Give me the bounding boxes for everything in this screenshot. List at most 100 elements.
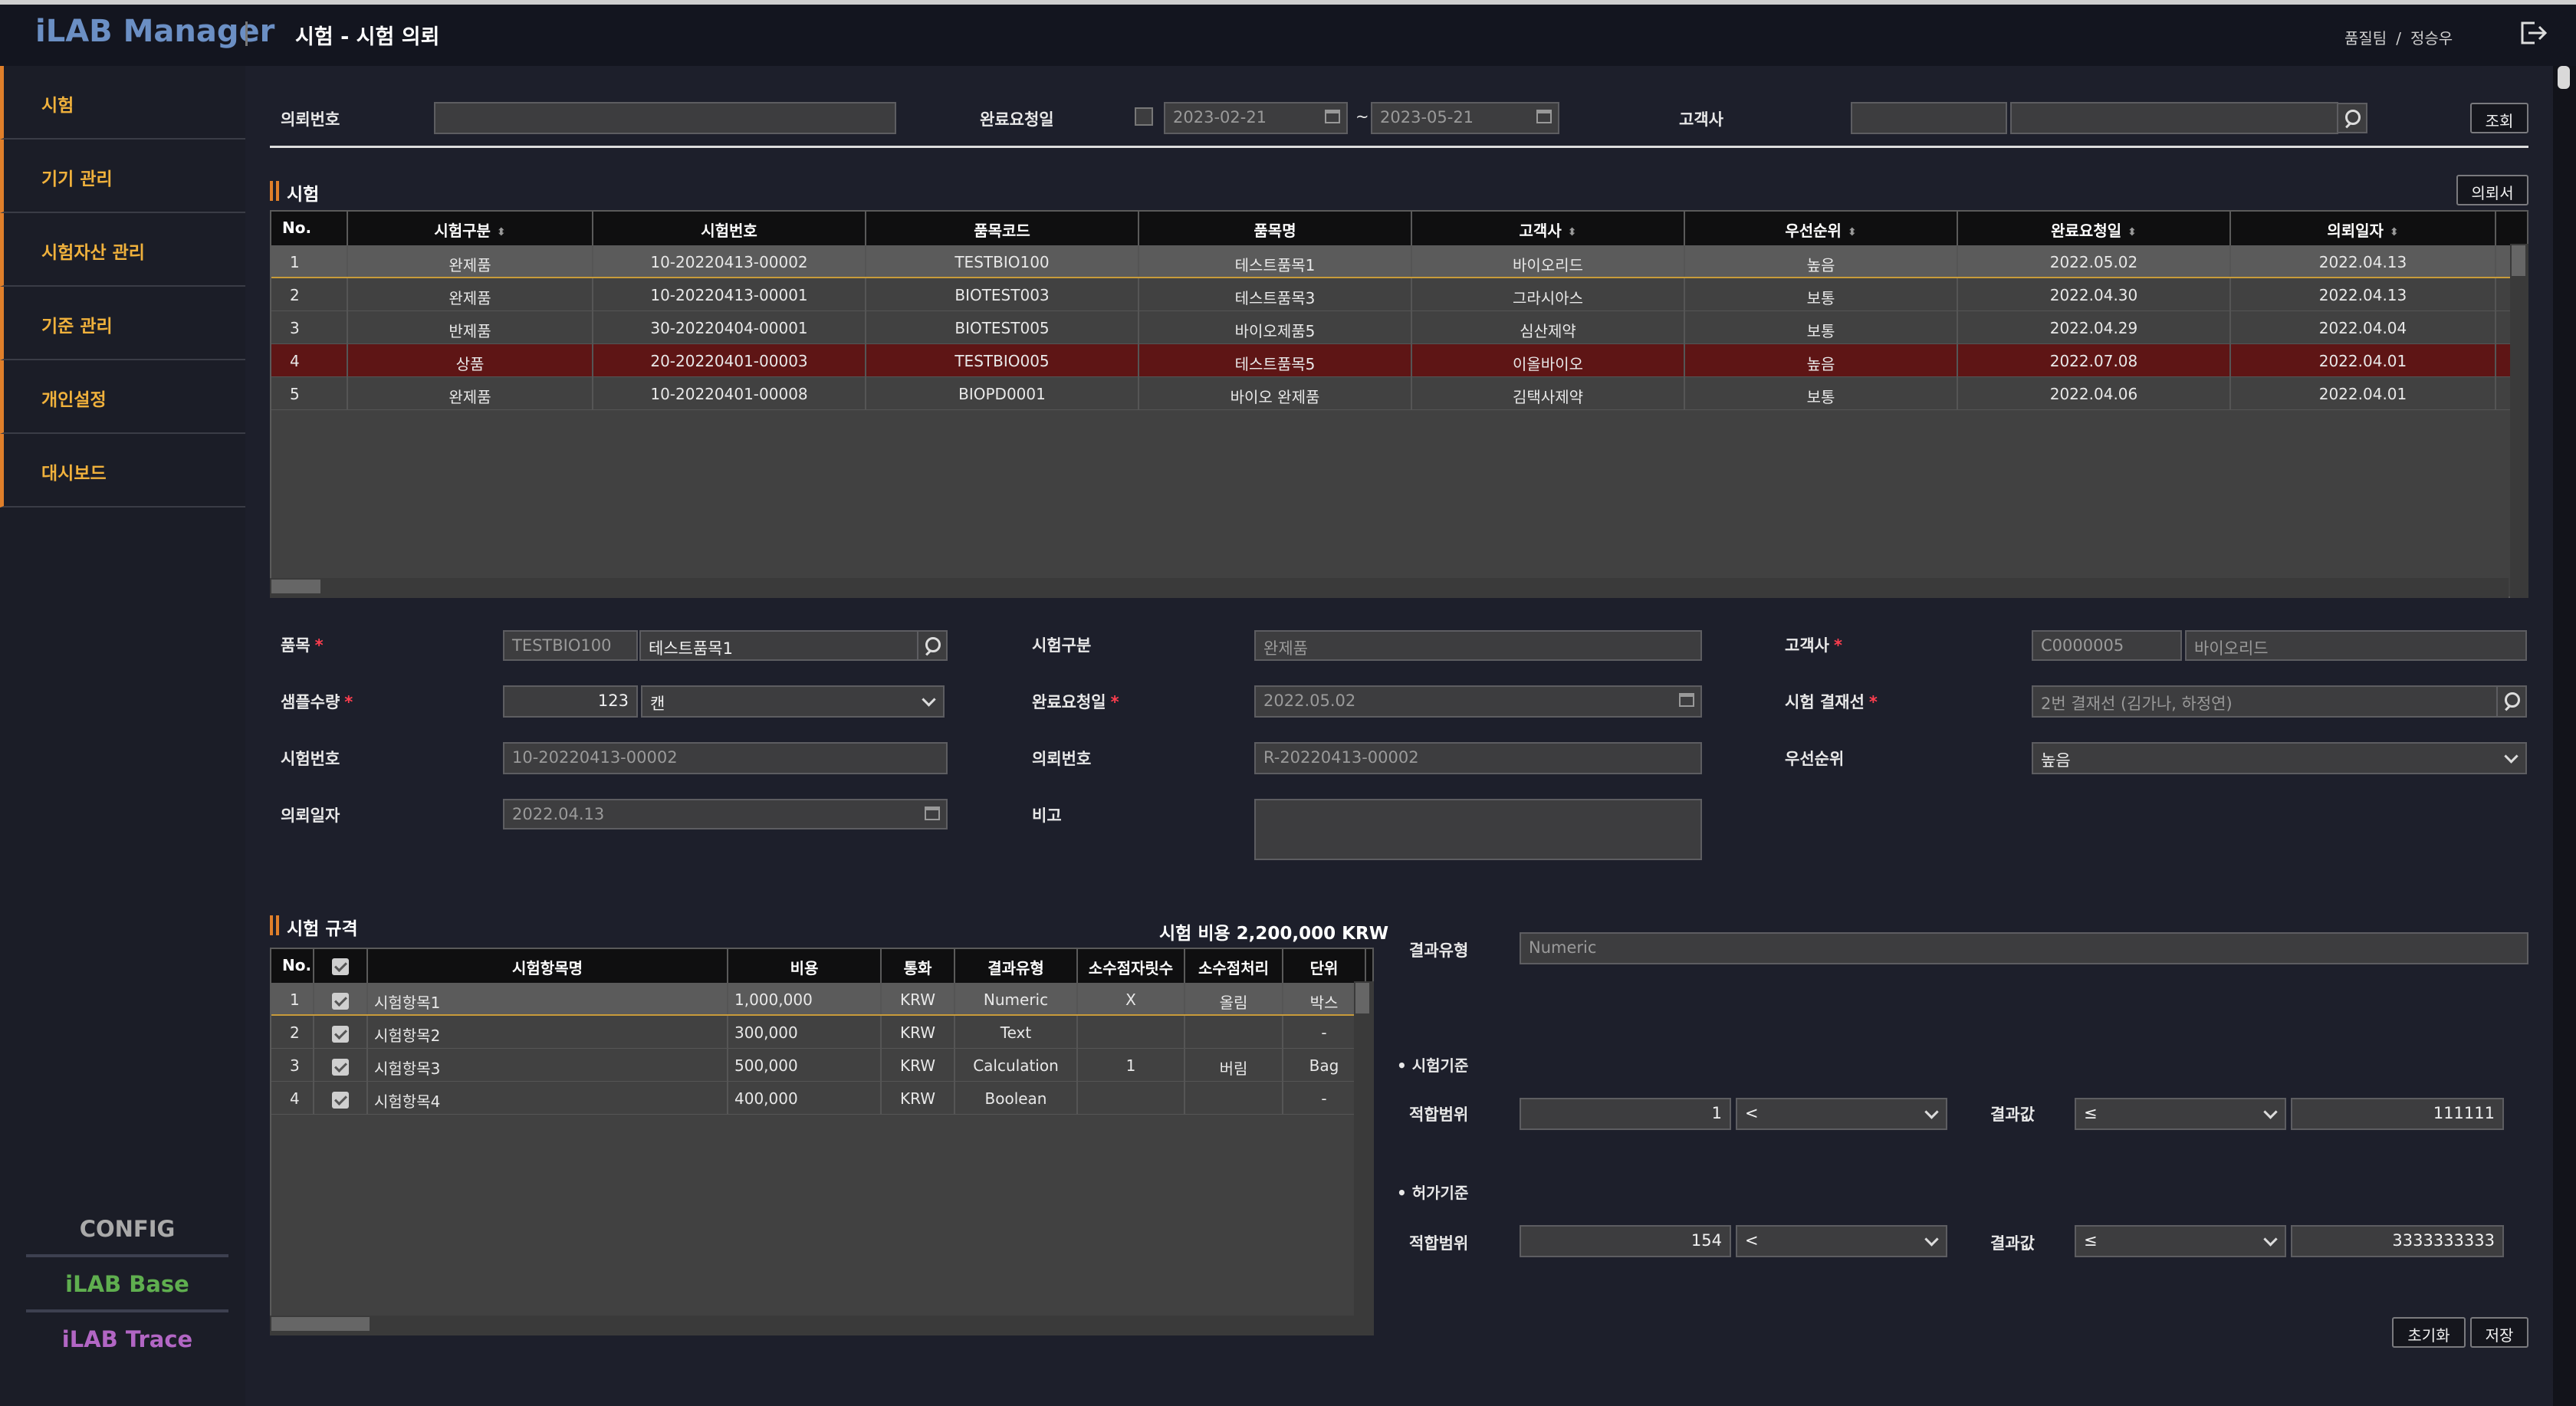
table-row[interactable]: 4 시험항목4 400,000 KRW Boolean - xyxy=(271,1082,1372,1115)
table-cell: 4 xyxy=(271,1082,314,1114)
test-range-input[interactable]: 1 xyxy=(1520,1098,1731,1130)
table-cell: 테스트품목5 xyxy=(1139,344,1412,376)
column-header[interactable]: 시험구분 ⬍ xyxy=(348,212,593,245)
search-request-no-input[interactable] xyxy=(434,102,896,134)
table-row[interactable]: 3 반제품 30-20220404-00001 BIOTEST005 바이오제품5 심산제… xyxy=(271,311,2527,344)
result-type-label: 결과유형 xyxy=(1409,941,1469,960)
table-row[interactable]: 1 완제품 10-20220413-00002 TESTBIO100 테스트품목1 바이오… xyxy=(271,245,2527,278)
sort-icon[interactable]: ⬍ xyxy=(1848,226,1857,238)
grid-header: No. 시험구분 ⬍ 시험번호 품목코드 품목명 고객사 ⬍ 우선순위 ⬍ 완료요청일 ⬍ 의뢰일자 ⬍ xyxy=(271,212,2527,245)
priority-select[interactable]: 높음 xyxy=(2032,742,2527,774)
row-checkbox[interactable] xyxy=(332,992,349,1010)
column-header[interactable]: No. xyxy=(271,949,314,983)
column-header[interactable]: 의뢰일자 ⬍ xyxy=(2231,212,2496,245)
sidebar-item-personal-settings[interactable]: 개인설정 xyxy=(0,360,245,434)
sort-icon[interactable]: ⬍ xyxy=(2390,226,2399,238)
sort-icon[interactable]: ⬍ xyxy=(1568,226,1577,238)
sidebar-item-test-assets[interactable]: 시험자산 관리 xyxy=(0,213,245,287)
test-result-op-select[interactable]: ≤ xyxy=(2075,1098,2286,1130)
table-row[interactable]: 3 시험항목3 500,000 KRW Calculation 1 버림 Bag xyxy=(271,1049,1372,1082)
reset-button[interactable]: 초기화 xyxy=(2392,1317,2466,1348)
due-date-input[interactable]: 2022.05.02 xyxy=(1254,685,1702,718)
table-cell: 300,000 xyxy=(728,1016,882,1048)
row-checkbox[interactable] xyxy=(332,1025,349,1043)
sidebar-item-standards[interactable]: 기준 관리 xyxy=(0,287,245,360)
sort-icon[interactable]: ⬍ xyxy=(2128,226,2137,238)
table-cell: 2022.04.29 xyxy=(1958,311,2231,343)
column-header[interactable]: 단위 xyxy=(1283,949,1366,983)
column-header-label: 통화 xyxy=(903,959,932,977)
column-header[interactable]: 우선순위 ⬍ xyxy=(1685,212,1958,245)
table-cell: 3 xyxy=(271,311,348,343)
column-header[interactable]: 시험항목명 xyxy=(368,949,728,983)
search-customer-code-input[interactable] xyxy=(1851,102,2007,134)
app-link-ilab-base[interactable]: iLAB Base xyxy=(26,1271,228,1297)
sidebar-item-test[interactable]: 시험 xyxy=(0,66,245,140)
column-header[interactable]: 소수점처리 xyxy=(1185,949,1283,983)
sample-unit-value: 캔 xyxy=(650,695,665,713)
calendar-icon[interactable] xyxy=(1679,693,1694,707)
permit-range-op-select[interactable]: < xyxy=(1736,1225,1947,1257)
test-grid-hscroll[interactable] xyxy=(270,578,2509,598)
sample-unit-select[interactable]: 캔 xyxy=(641,685,945,718)
permit-result-label: 결과값 xyxy=(1990,1234,2035,1253)
sidebar-item-dashboard[interactable]: 대시보드 xyxy=(0,434,245,508)
search-date-from-input[interactable]: 2023-02-21 xyxy=(1164,102,1348,134)
table-cell[interactable] xyxy=(314,1016,368,1048)
column-header[interactable]: 소수점자릿수 xyxy=(1078,949,1185,983)
sidebar-item-equipment[interactable]: 기기 관리 xyxy=(0,140,245,213)
permit-result-op-select[interactable]: ≤ xyxy=(2075,1225,2286,1257)
spec-grid-hscroll[interactable] xyxy=(270,1316,1354,1335)
row-checkbox[interactable] xyxy=(332,1091,349,1109)
table-row[interactable]: 2 완제품 10-20220413-00001 BIOTEST003 테스트품목3 그라시… xyxy=(271,278,2527,311)
table-cell[interactable] xyxy=(314,1049,368,1081)
app-link-config[interactable]: CONFIG xyxy=(26,1216,228,1242)
sample-qty-input[interactable]: 123 xyxy=(503,685,638,718)
test-range-op-select[interactable]: < xyxy=(1736,1098,1947,1130)
page-scrollbar[interactable] xyxy=(2553,66,2576,1406)
request-form-button[interactable]: 의뢰서 xyxy=(2456,175,2528,205)
approval-line-field: 2번 결재선 (김가나, 하정연) xyxy=(2032,685,2499,718)
column-header[interactable]: 결과유형 xyxy=(955,949,1078,983)
table-row[interactable]: 4 상품 20-20220401-00003 TESTBIO005 테스트품목5 이올바이… xyxy=(271,344,2527,377)
app-link-ilab-trace[interactable]: iLAB Trace xyxy=(26,1326,228,1352)
item-name-field[interactable]: 테스트품목1 xyxy=(639,630,920,661)
column-header[interactable]: 완료요청일 ⬍ xyxy=(1958,212,2231,245)
column-header[interactable]: 시험번호 xyxy=(593,212,866,245)
permit-range-input[interactable]: 154 xyxy=(1520,1225,1731,1257)
column-header[interactable] xyxy=(314,949,368,983)
table-cell[interactable] xyxy=(314,983,368,1014)
test-result-label: 결과값 xyxy=(1990,1105,2035,1124)
note-textarea[interactable] xyxy=(1254,799,1702,860)
column-header[interactable]: 통화 xyxy=(882,949,955,983)
customer-search-icon[interactable] xyxy=(2337,103,2367,133)
app-logo[interactable]: iLAB Manager xyxy=(35,14,274,49)
spec-grid-vscroll[interactable] xyxy=(1354,981,1374,1335)
search-date-to-input[interactable]: 2023-05-21 xyxy=(1371,102,1559,134)
calendar-icon[interactable] xyxy=(1325,110,1340,123)
column-header[interactable]: 비용 xyxy=(728,949,882,983)
permit-result-input[interactable]: 3333333333 xyxy=(2291,1225,2504,1257)
column-header[interactable]: 고객사 ⬍ xyxy=(1412,212,1685,245)
column-header[interactable]: 품목명 xyxy=(1139,212,1412,245)
save-button[interactable]: 저장 xyxy=(2470,1317,2528,1348)
test-grid-vscroll[interactable] xyxy=(2510,244,2528,598)
select-all-checkbox[interactable] xyxy=(332,958,349,975)
logout-icon[interactable] xyxy=(2518,20,2548,46)
table-row[interactable]: 2 시험항목2 300,000 KRW Text - xyxy=(271,1016,1372,1049)
test-result-input[interactable]: 111111 xyxy=(2291,1098,2504,1130)
row-checkbox[interactable] xyxy=(332,1058,349,1076)
table-cell[interactable] xyxy=(314,1082,368,1114)
query-button[interactable]: 조회 xyxy=(2470,103,2528,133)
approval-search-icon[interactable] xyxy=(2496,685,2527,718)
table-row[interactable]: 1 시험항목1 1,000,000 KRW Numeric X 올림 박스 xyxy=(271,983,1372,1016)
sort-icon[interactable]: ⬍ xyxy=(497,226,506,238)
column-header[interactable]: No. xyxy=(271,212,348,245)
calendar-icon[interactable] xyxy=(1536,110,1552,123)
search-due-checkbox[interactable] xyxy=(1135,107,1153,126)
column-header[interactable]: 품목코드 xyxy=(866,212,1139,245)
item-search-icon[interactable] xyxy=(917,630,948,661)
table-row[interactable]: 5 완제품 10-20220401-00008 BIOPD0001 바이오 완제품 김택사… xyxy=(271,377,2527,410)
search-customer-name-input[interactable] xyxy=(2010,102,2338,134)
approval-line-label: 시험 결재선 * xyxy=(1785,693,1878,711)
